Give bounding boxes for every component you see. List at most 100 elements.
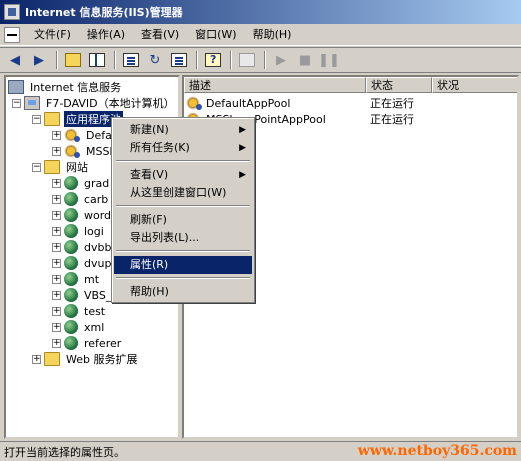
export-list-icon[interactable]	[168, 49, 190, 71]
tree-label: xml	[84, 320, 105, 334]
tree-item-site[interactable]: + test	[52, 303, 107, 319]
submenu-arrow-icon: ▶	[239, 143, 246, 153]
menu-action[interactable]: 操作(A)	[79, 25, 133, 45]
website-globe-icon	[64, 320, 78, 334]
tree-item-websites[interactable]: − 网站	[32, 159, 90, 175]
up-folder-icon[interactable]	[62, 49, 84, 71]
collapse-icon[interactable]: −	[32, 162, 41, 172]
list-item[interactable]: DefaultAppPool 正在运行	[184, 95, 414, 111]
column-header-condition[interactable]: 状况	[432, 77, 517, 93]
menu-item-new[interactable]: 新建(N) ▶	[114, 121, 252, 139]
menu-item-export-list[interactable]: 导出列表(L)...	[114, 229, 252, 247]
menu-help[interactable]: 帮助(H)	[245, 25, 300, 45]
website-globe-icon	[64, 272, 78, 286]
computer-icon[interactable]	[236, 49, 258, 71]
tree-item-app-pools[interactable]: − 应用程序池	[32, 110, 124, 128]
toolbar-separator	[114, 51, 116, 69]
tree-item-site[interactable]: + referer	[52, 335, 123, 351]
stop-icon[interactable]: ■	[294, 49, 316, 71]
expand-icon[interactable]: +	[52, 210, 61, 220]
show-hide-tree-icon[interactable]	[86, 49, 108, 71]
help-icon[interactable]	[202, 49, 224, 71]
tree-item-site[interactable]: + xml	[52, 319, 106, 335]
list-item-name: DefaultAppPool	[206, 96, 291, 110]
expand-icon[interactable]: +	[52, 274, 61, 284]
tree-item-site[interactable]: + grad	[52, 175, 111, 191]
menu-file[interactable]: 文件(F)	[26, 25, 79, 45]
menu-item-label: 从这里创建窗口(W)	[130, 186, 227, 199]
expand-icon[interactable]: +	[52, 258, 61, 268]
tree-label: mt	[84, 272, 100, 286]
tree-item-computer[interactable]: − F7-DAVID（本地计算机）	[12, 95, 177, 111]
menu-item-new-window[interactable]: 从这里创建窗口(W)	[114, 184, 252, 202]
menu-view[interactable]: 查看(V)	[133, 25, 187, 45]
expand-icon[interactable]: +	[52, 146, 61, 156]
expand-icon[interactable]: +	[52, 306, 61, 316]
tree-label: referer	[84, 336, 122, 350]
column-header-description[interactable]: 描述	[184, 77, 366, 93]
tree-label: dvup	[84, 256, 112, 270]
expand-icon[interactable]: +	[52, 130, 61, 140]
expand-icon[interactable]: +	[52, 322, 61, 332]
tree-label: dvbb	[84, 240, 112, 254]
console-window-icon[interactable]	[4, 26, 20, 43]
collapse-icon[interactable]: −	[32, 114, 41, 124]
play-icon[interactable]: ▶	[270, 49, 292, 71]
menu-window[interactable]: 窗口(W)	[187, 25, 244, 45]
tree-item-site[interactable]: + dvbb	[52, 239, 113, 255]
website-globe-icon	[64, 208, 78, 222]
expand-icon[interactable]: +	[52, 226, 61, 236]
iis-services-icon	[8, 80, 24, 94]
toolbar-separator	[56, 51, 58, 69]
menu-item-label: 所有任务(K)	[130, 141, 190, 154]
refresh-icon[interactable]: ↻	[144, 49, 166, 71]
context-menu: 新建(N) ▶ 所有任务(K) ▶ 查看(V) ▶ 从这里创建窗口(W) 刷新(…	[111, 117, 255, 303]
website-globe-icon	[64, 256, 78, 270]
pause-icon[interactable]: ❚❚	[318, 49, 340, 71]
tree-label: 网站	[66, 161, 88, 174]
tree-label: logi	[84, 224, 104, 238]
tree-item-app-pool[interactable]: + MSSh	[52, 143, 118, 159]
iis-app-icon	[4, 4, 20, 20]
column-header-status[interactable]: 状态	[366, 77, 432, 93]
collapse-icon[interactable]: −	[12, 98, 21, 108]
menu-item-label: 导出列表(L)...	[130, 231, 200, 244]
tree-item-web-extensions[interactable]: + Web 服务扩展	[32, 351, 139, 367]
list-item-status: 正在运行	[370, 113, 414, 126]
tree-item-site[interactable]: + logi	[52, 223, 106, 239]
menu-item-properties[interactable]: 属性(R)	[114, 256, 252, 274]
tree-item-site[interactable]: + word	[52, 207, 113, 223]
menu-separator	[116, 160, 250, 162]
forward-icon[interactable]: ▶	[28, 49, 50, 71]
app-pool-icon	[186, 96, 202, 110]
tree-item-app-pool[interactable]: + Defa	[52, 127, 114, 143]
properties-icon[interactable]	[120, 49, 142, 71]
watermark: www.netboy365.com	[357, 443, 517, 459]
menu-item-label: 查看(V)	[130, 168, 169, 181]
expand-icon[interactable]: +	[52, 194, 61, 204]
back-icon[interactable]: ◀	[4, 49, 26, 71]
menu-item-refresh[interactable]: 刷新(F)	[114, 211, 252, 229]
list-item-status: 正在运行	[370, 97, 414, 110]
tree-item-iis-root[interactable]: Internet 信息服务	[8, 79, 123, 95]
menu-item-help[interactable]: 帮助(H)	[114, 283, 252, 301]
tree-label: Defa	[86, 128, 112, 142]
expand-icon[interactable]: +	[52, 178, 61, 188]
expand-icon[interactable]: +	[52, 242, 61, 252]
tree-item-site[interactable]: + VBS_	[52, 287, 113, 303]
website-globe-icon	[64, 288, 78, 302]
tree-item-site[interactable]: + carb	[52, 191, 110, 207]
expand-icon[interactable]: +	[52, 290, 61, 300]
tree-label: word	[84, 208, 112, 222]
tree-label: Internet 信息服务	[30, 81, 122, 94]
menu-item-view[interactable]: 查看(V) ▶	[114, 166, 252, 184]
expand-icon[interactable]: +	[32, 354, 41, 364]
app-pool-icon	[64, 144, 80, 158]
expand-icon[interactable]: +	[52, 338, 61, 348]
menu-item-all-tasks[interactable]: 所有任务(K) ▶	[114, 139, 252, 157]
menu-separator	[116, 277, 250, 279]
tree-item-site[interactable]: + mt	[52, 271, 101, 287]
tree-item-site[interactable]: + dvup	[52, 255, 113, 271]
tree-label: grad	[84, 176, 110, 190]
tree-label: test	[84, 304, 106, 318]
